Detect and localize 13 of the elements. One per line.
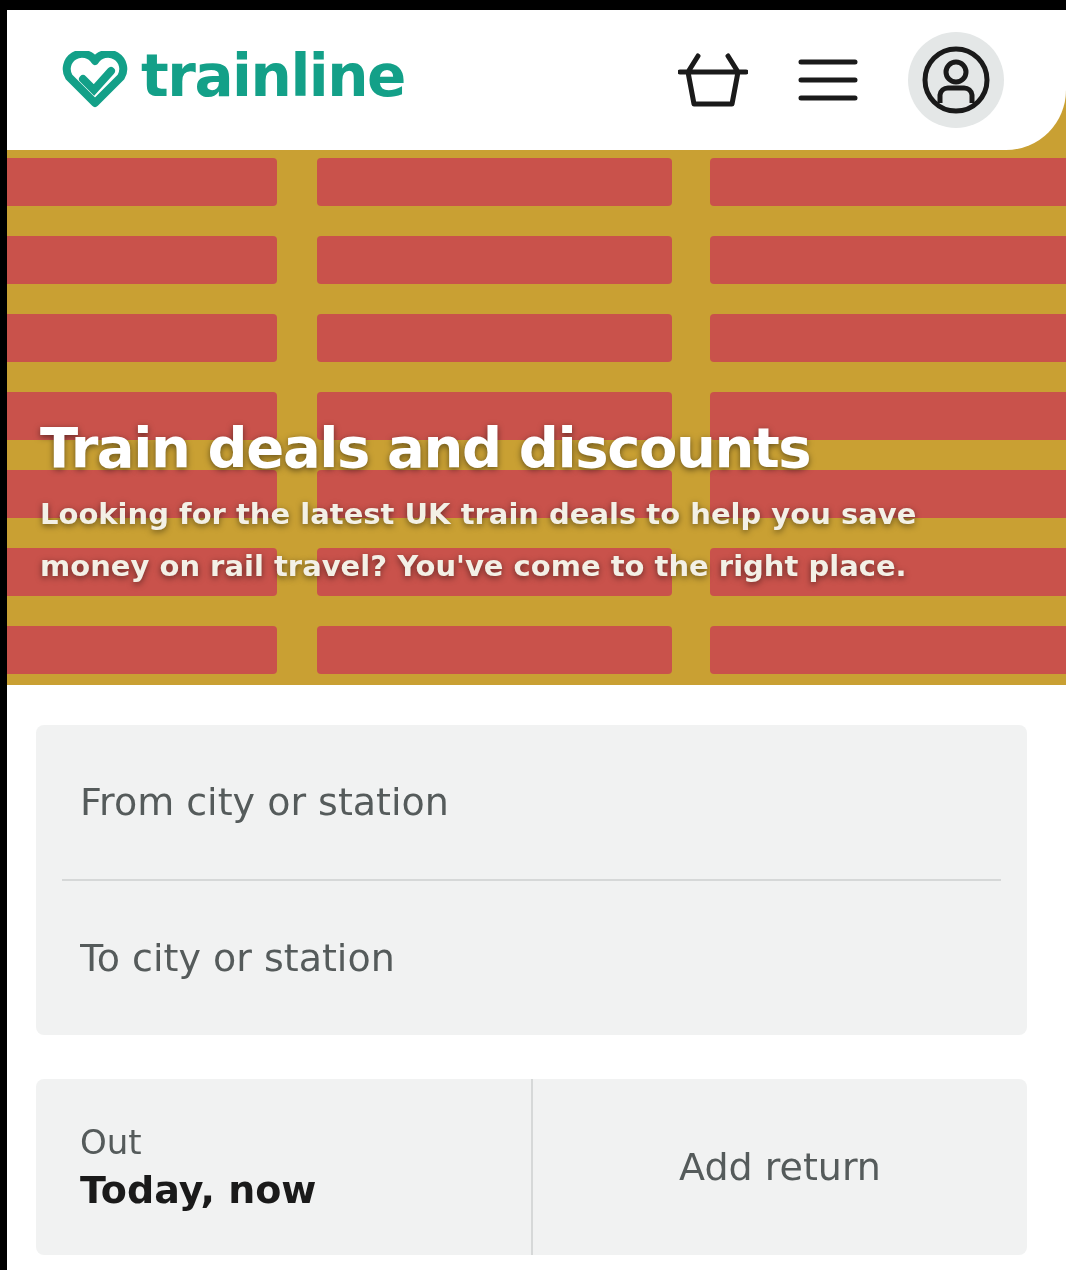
from-station-field[interactable]: From city or station xyxy=(36,725,1027,879)
hero-title: Train deals and discounts xyxy=(40,420,812,476)
basket-icon[interactable] xyxy=(678,52,748,108)
brand-logo[interactable]: trainline xyxy=(141,47,405,113)
add-return-button[interactable]: Add return xyxy=(533,1079,1027,1255)
heart-check-logo-icon xyxy=(61,51,129,109)
to-station-field[interactable]: To city or station xyxy=(36,881,1027,1035)
out-label: Out xyxy=(80,1125,142,1159)
user-icon xyxy=(921,45,991,115)
out-date-value: Today, now xyxy=(80,1171,317,1209)
hero-subtitle: Looking for the latest UK train deals to help you save money on rail travel? You've come to the right place. xyxy=(40,496,918,586)
menu-icon[interactable] xyxy=(798,58,858,102)
outbound-date-field[interactable]: Out Today, now xyxy=(36,1079,533,1255)
